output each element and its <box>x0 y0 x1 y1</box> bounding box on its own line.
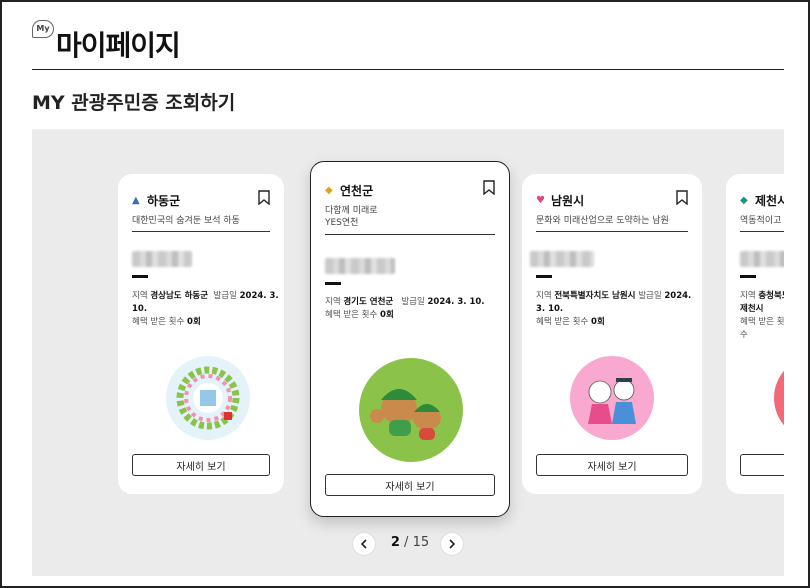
yeoncheon-mascot-image <box>359 358 463 462</box>
card-divider <box>740 231 784 232</box>
detail-button[interactable]: 자세히 보기 <box>536 454 688 476</box>
card-info: 지역 경상남도 하동군 발급일 2024. 3. 10. 혜택 받은 횟수 0회 <box>132 290 282 329</box>
benefits-value: 0회 <box>187 317 201 327</box>
bookmark-icon[interactable] <box>258 190 270 205</box>
card-region-name: 하동군 <box>147 194 181 208</box>
region-label: 지역 <box>740 291 756 301</box>
hadong-logo-icon: ▲ <box>132 194 140 206</box>
next-button[interactable] <box>440 532 464 556</box>
benefits-label: 혜택 받은 횟수 <box>325 310 378 320</box>
issued-label: 발급일 <box>213 291 237 301</box>
blurred-name <box>740 251 784 267</box>
benefits-value: 0회 <box>380 310 394 320</box>
card-region-row: ◆ 제천시 <box>740 192 784 209</box>
namwon-logo-icon: ♥ <box>536 194 545 206</box>
resident-card-jecheon[interactable]: ◆ 제천시 역동적이고 .. 지역 충청북도 제천시 혜택 받은 횟수 자세히 … <box>726 174 784 494</box>
region-label: 지역 <box>132 291 148 301</box>
region-label: 지역 <box>536 291 552 301</box>
region-value: 경기도 연천군 <box>343 297 394 307</box>
region-value: 전북특별자치도 남원시 <box>554 291 636 301</box>
card-region-name: 제천시 <box>755 194 784 208</box>
card-region-row: ◆ 연천군 <box>325 182 495 199</box>
card-slogan: 역동적이고 .. <box>740 216 784 226</box>
pagination: 2 / 15 <box>352 532 466 556</box>
card-divider <box>536 231 688 232</box>
card-dash <box>132 275 148 278</box>
my-icon: My <box>32 20 54 38</box>
card-carousel: ▲ 하동군 대한민국의 숨겨둔 보석 하동 지역 경상남도 하동군 발급일 20… <box>32 129 784 576</box>
bookmark-icon[interactable] <box>676 190 688 205</box>
region-value: 경상남도 하동군 <box>150 291 209 301</box>
issued-label: 발급일 <box>638 291 662 301</box>
card-info: 지역 충청북도 제천시 혜택 받은 횟수 <box>740 290 784 342</box>
blurred-name <box>530 251 594 267</box>
card-dash <box>325 282 341 285</box>
benefits-label: 혜택 받은 횟수 <box>740 317 784 340</box>
card-dash <box>536 275 552 278</box>
issued-value: 2024. 3. 10. <box>427 297 485 307</box>
card-region-row: ▲ 하동군 <box>132 192 270 209</box>
hadong-mascot-image <box>166 356 250 440</box>
card-slogan: 다함께 미래로 YES연천 <box>325 206 378 228</box>
card-info: 지역 경기도 연천군 발급일 2024. 3. 10. 혜택 받은 횟수 0회 <box>325 296 505 322</box>
bookmark-icon[interactable] <box>483 180 495 195</box>
card-region-name: 남원시 <box>551 194 585 208</box>
card-divider <box>325 234 495 235</box>
issued-label: 발급일 <box>401 297 425 307</box>
detail-button[interactable]: 자세히 보기 <box>325 474 495 496</box>
blurred-name <box>132 251 192 267</box>
benefits-label: 혜택 받은 횟수 <box>536 317 589 327</box>
card-divider <box>132 231 270 232</box>
blurred-name <box>325 258 395 274</box>
jecheon-mascot-image <box>774 356 784 440</box>
chevron-left-icon <box>360 539 367 549</box>
benefits-value: 0회 <box>591 317 605 327</box>
benefits-label: 혜택 받은 횟수 <box>132 317 185 327</box>
card-region-name: 연천군 <box>340 184 374 198</box>
resident-card-namwon[interactable]: ♥ 남원시 문화와 미래산업으로 도약하는 남원 지역 전북특별자치도 남원시 … <box>522 174 702 494</box>
resident-card-hadong[interactable]: ▲ 하동군 대한민국의 숨겨둔 보석 하동 지역 경상남도 하동군 발급일 20… <box>118 174 284 494</box>
card-slogan: 대한민국의 숨겨둔 보석 하동 <box>132 216 240 226</box>
current-page: 2 <box>390 535 400 550</box>
card-slogan: 문화와 미래산업으로 도약하는 남원 <box>536 216 669 226</box>
chevron-right-icon <box>449 539 456 549</box>
card-dash <box>740 275 756 278</box>
jecheon-logo-icon: ◆ <box>740 194 748 206</box>
card-region-row: ♥ 남원시 <box>536 192 688 209</box>
region-label: 지역 <box>325 297 341 307</box>
detail-button[interactable]: 자세히 보기 <box>132 454 270 476</box>
detail-button[interactable]: 자세히 보기 <box>740 454 784 476</box>
namwon-mascot-image <box>570 356 654 440</box>
card-info: 지역 전북특별자치도 남원시 발급일 2024. 3. 10. 혜택 받은 횟수… <box>536 290 698 329</box>
section-title: MY 관광주민증 조회하기 <box>32 92 236 114</box>
page-separator: / <box>404 535 409 550</box>
resident-card-yeoncheon[interactable]: ◆ 연천군 다함께 미래로 YES연천 지역 경기도 연천군 발급일 2024.… <box>310 161 510 517</box>
page-title: 마이페이지 <box>56 29 181 62</box>
prev-button[interactable] <box>352 532 376 556</box>
yeoncheon-logo-icon: ◆ <box>325 184 333 196</box>
page-header: My 마이페이지 <box>32 18 784 70</box>
total-pages: 15 <box>412 535 430 550</box>
page-indicator: 2 / 15 <box>384 535 436 550</box>
